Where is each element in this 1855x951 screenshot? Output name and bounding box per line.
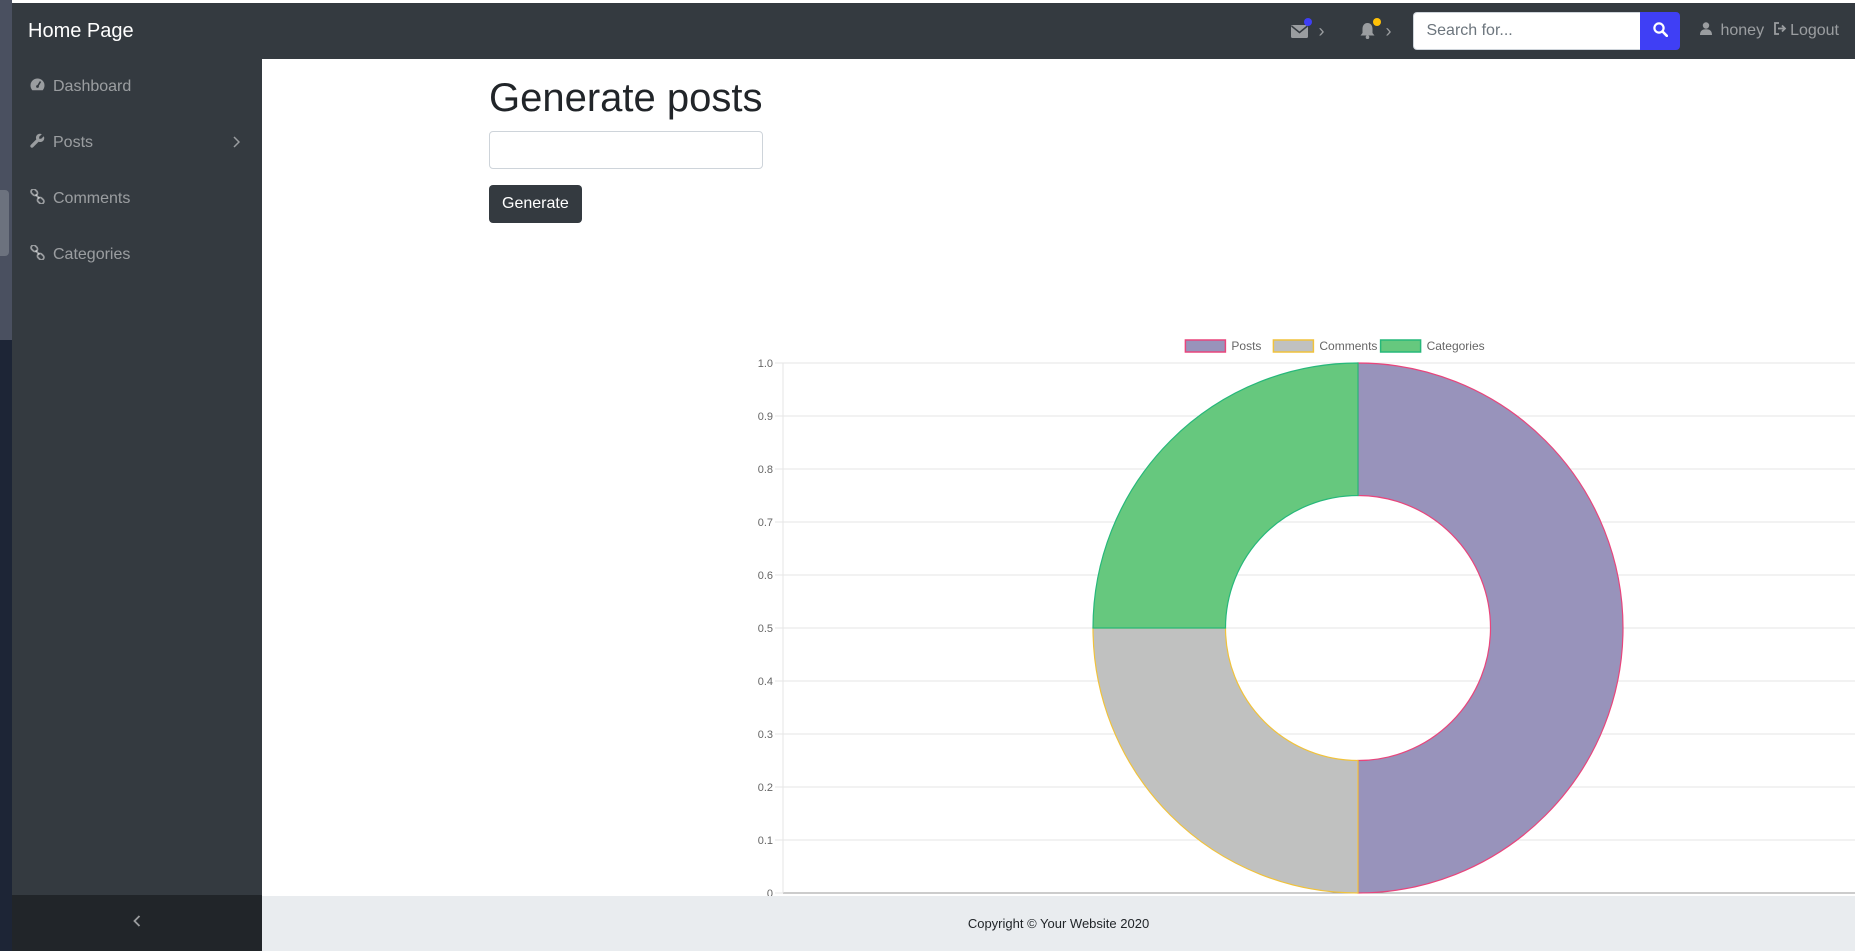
sidebar-item-dashboard[interactable]: Dashboard [12, 59, 262, 115]
footer: Copyright © Your Website 2020 [262, 896, 1855, 951]
y-tick-label: 1.0 [758, 358, 773, 370]
y-tick-label: 0.8 [758, 464, 773, 476]
sidebar-item-categories[interactable]: Categories [12, 227, 262, 283]
chevron-right-icon [233, 135, 248, 153]
link-icon [30, 188, 53, 209]
user-menu[interactable]: honey [1700, 22, 1764, 40]
stats-doughnut-chart: 00.10.20.30.40.50.60.70.80.91.0Posts Comm… [758, 339, 1855, 900]
y-tick-label: 0.7 [758, 517, 773, 529]
sidebar-item-comments[interactable]: Comments [12, 171, 262, 227]
page-title: Generate posts [489, 76, 763, 120]
sidebar-item-label: Comments [53, 190, 131, 207]
sidebar-item-label: Categories [53, 246, 131, 263]
chart-slice-comments [1092, 627, 1359, 894]
alerts-dropdown[interactable]: › [1360, 18, 1392, 41]
y-tick-label: 0.9 [758, 411, 773, 423]
background-edge [0, 0, 12, 951]
y-tick-label: 0.1 [758, 835, 773, 847]
legend-label: Comments [1319, 339, 1377, 353]
copyright-text: Copyright © Your Website 2020 [967, 916, 1150, 931]
sidebar-item-posts[interactable]: Posts [12, 115, 262, 171]
username: honey [1720, 22, 1765, 39]
y-tick-label: 0.4 [758, 676, 773, 688]
chart-slice-categories [1092, 362, 1359, 629]
y-tick-label: 0.5 [758, 623, 773, 635]
dashboard-icon [30, 78, 53, 96]
sidebar: Dashboard Posts Comments Categories [12, 59, 262, 951]
legend-swatch [1272, 339, 1315, 353]
generate-button[interactable]: Generate [489, 185, 582, 223]
messages-dropdown[interactable]: › [1291, 18, 1325, 41]
legend-label: Categories [1427, 339, 1485, 353]
search-icon [1653, 22, 1669, 40]
messages-indicator-dot [1304, 18, 1313, 26]
logout-label: Logout [1790, 22, 1839, 39]
search-button[interactable] [1640, 12, 1681, 50]
brand-link[interactable]: Home Page [12, 20, 134, 43]
chevron-right-icon: › [1318, 21, 1325, 41]
navbar-right: › › honey Logout [1291, 3, 1855, 59]
sidebar-item-label: Dashboard [53, 78, 132, 95]
envelope-icon [1291, 24, 1309, 38]
user-icon [1700, 22, 1713, 40]
generate-count-input[interactable] [489, 131, 763, 169]
sidebar-toggle-button[interactable] [12, 895, 262, 951]
chevron-right-icon: › [1385, 21, 1392, 41]
chevron-left-icon [133, 914, 141, 932]
edge-handle [0, 190, 9, 256]
sign-out-icon [1773, 22, 1787, 40]
link-icon [30, 244, 53, 265]
alerts-indicator-dot [1373, 18, 1382, 26]
legend-swatch [1379, 339, 1422, 353]
y-tick-label: 0.3 [758, 729, 773, 741]
edge-panel [0, 340, 12, 951]
legend-swatch [1184, 339, 1227, 353]
top-navbar: Home Page › › Search for... honey Logout [12, 3, 1855, 59]
main-content: Generate posts Generate 0 0.1 0.2 0.3 0.4 0.5… [262, 59, 1855, 900]
wrench-icon [30, 133, 53, 153]
bell-icon [1360, 23, 1375, 39]
search-form [1413, 12, 1681, 50]
search-input[interactable] [1413, 12, 1641, 50]
y-tick-label: 0.6 [758, 570, 773, 582]
legend-label: Posts [1231, 339, 1261, 353]
sidebar-item-label: Posts [53, 134, 94, 151]
logout-link[interactable]: Logout [1770, 22, 1839, 40]
y-tick-label: 0.2 [758, 782, 773, 794]
